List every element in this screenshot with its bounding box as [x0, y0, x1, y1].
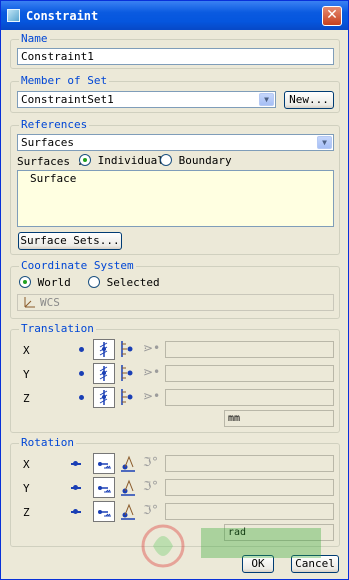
individual-radio[interactable]: Individual: [79, 154, 164, 167]
world-radio[interactable]: World: [19, 276, 71, 289]
csys-value: WCS: [40, 296, 60, 309]
constraint-set-select[interactable]: ConstraintSet1 ▼: [17, 91, 276, 108]
free-rotate-icon[interactable]: [119, 501, 137, 521]
new-set-button[interactable]: New...: [284, 91, 334, 109]
boundary-radio[interactable]: Boundary: [160, 154, 232, 167]
rotation-fixed-icon: [98, 486, 111, 493]
surface-sets-button[interactable]: Surface Sets...: [18, 232, 122, 250]
chevron-down-icon[interactable]: ▼: [317, 136, 332, 149]
dof-status-icon: [79, 395, 84, 400]
member-of-set-legend: Member of Set: [19, 74, 110, 87]
rotation-y-label: Y: [23, 482, 30, 495]
rotation-group: Rotation X ℑ° Y ℑ° Z ℑ° rad: [10, 436, 340, 547]
reference-type-select[interactable]: Surfaces ▼: [17, 134, 334, 151]
references-list[interactable]: Surface: [17, 170, 334, 227]
free-translate-icon[interactable]: [119, 363, 137, 383]
dof-status-dot: [73, 509, 78, 514]
translation-x-input: [165, 341, 334, 358]
rotation-z-label: Z: [23, 506, 30, 519]
translation-legend: Translation: [19, 322, 96, 335]
translation-z-input: [165, 389, 334, 406]
free-rotate-icon[interactable]: [119, 477, 137, 497]
pin-fixed-icon: [99, 366, 108, 381]
free-rotate-icon[interactable]: [119, 453, 137, 473]
translation-x-label: X: [23, 344, 30, 357]
chevron-down-icon[interactable]: ▼: [259, 93, 274, 106]
dof-status-icon: [79, 347, 84, 352]
dof-status-dot: [73, 485, 78, 490]
rotation-legend: Rotation: [19, 436, 76, 449]
translation-y-fixed-button[interactable]: [93, 363, 115, 384]
coordinate-system-group: Coordinate System World Selected WCS: [10, 259, 340, 319]
name-legend: Name: [19, 32, 50, 45]
references-group: References Surfaces ▼ Surfaces : Individ…: [10, 118, 340, 255]
rotation-z-input: [165, 503, 334, 520]
title-bar[interactable]: Constraint ✕: [1, 1, 348, 30]
rotation-unit: rad: [224, 524, 334, 541]
csys-icon: [24, 297, 35, 308]
constraint-set-value: ConstraintSet1: [21, 93, 114, 106]
rotation-fixed-icon: [98, 462, 111, 469]
radio-selected-icon: [79, 154, 91, 166]
free-translate-icon[interactable]: [119, 339, 137, 359]
pin-fixed-icon: [99, 342, 108, 357]
selected-label: Selected: [106, 276, 160, 289]
translation-group: Translation X ⋗• Y ⋗• Z ⋗• mm: [10, 322, 340, 433]
dof-status-dot: [73, 461, 78, 466]
constraint-dialog: Constraint ✕ Name Constraint1 Member of …: [0, 0, 349, 580]
rotation-y-input: [165, 479, 334, 496]
translation-z-fixed-button[interactable]: [93, 387, 115, 408]
window-title: Constraint: [26, 9, 99, 23]
name-input[interactable]: Constraint1: [17, 48, 334, 65]
selected-radio[interactable]: Selected: [88, 276, 160, 289]
rotation-x-label: X: [23, 458, 30, 471]
rotation-x-fixed-button[interactable]: [93, 453, 115, 474]
limit-icon[interactable]: ℑ°: [143, 455, 159, 469]
radio-unselected-icon: [160, 154, 172, 166]
pin-fixed-icon: [99, 390, 108, 405]
rotation-x-input: [165, 455, 334, 472]
translation-unit: mm: [224, 410, 334, 427]
close-button[interactable]: ✕: [322, 6, 342, 26]
radio-selected-icon: [19, 276, 31, 288]
app-icon: [7, 9, 20, 22]
reference-type-value: Surfaces: [21, 136, 74, 149]
cancel-button[interactable]: Cancel: [291, 555, 339, 573]
translation-z-label: Z: [23, 392, 30, 405]
limit-icon[interactable]: ⋗•: [143, 341, 160, 355]
coordinate-system-legend: Coordinate System: [19, 259, 136, 272]
list-item[interactable]: Surface: [30, 172, 333, 185]
individual-label: Individual: [97, 154, 164, 167]
surfaces-label: Surfaces :: [17, 155, 84, 168]
limit-icon[interactable]: ℑ°: [143, 503, 159, 517]
csys-input: WCS: [17, 294, 334, 311]
dof-status-icon: [79, 371, 84, 376]
limit-icon[interactable]: ℑ°: [143, 479, 159, 493]
rotation-fixed-icon: [98, 510, 111, 517]
translation-x-fixed-button[interactable]: [93, 339, 115, 360]
name-group: Name Constraint1: [10, 32, 340, 69]
rotation-y-fixed-button[interactable]: [93, 477, 115, 498]
radio-unselected-icon: [88, 276, 100, 288]
translation-y-label: Y: [23, 368, 30, 381]
limit-icon[interactable]: ⋗•: [143, 365, 160, 379]
references-legend: References: [19, 118, 90, 131]
boundary-label: Boundary: [178, 154, 232, 167]
member-of-set-group: Member of Set ConstraintSet1 ▼ New...: [10, 74, 340, 113]
limit-icon[interactable]: ⋗•: [143, 389, 160, 403]
ok-button[interactable]: OK: [242, 555, 274, 573]
free-translate-icon[interactable]: [119, 387, 137, 407]
close-icon: ✕: [326, 7, 338, 23]
world-label: World: [37, 276, 71, 289]
translation-y-input: [165, 365, 334, 382]
rotation-z-fixed-button[interactable]: [93, 501, 115, 522]
